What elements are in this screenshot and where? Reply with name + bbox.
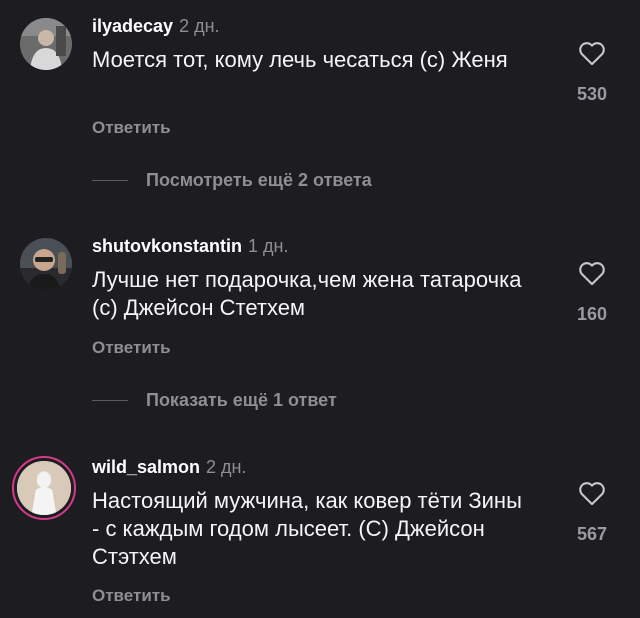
avatar[interactable]: [20, 238, 72, 290]
username[interactable]: ilyadecay: [92, 16, 173, 36]
avatar-photo-icon: [20, 238, 72, 290]
timestamp: 2 дн.: [206, 457, 247, 477]
view-replies-button[interactable]: Посмотреть ещё 2 ответа: [92, 170, 372, 191]
heart-outline-icon[interactable]: [578, 40, 606, 66]
avatar[interactable]: [20, 18, 72, 70]
timestamp: 1 дн.: [248, 236, 289, 256]
view-replies-label: Показать ещё 1 ответ: [146, 390, 337, 410]
username[interactable]: shutovkonstantin: [92, 236, 242, 256]
reply-button[interactable]: Ответить: [92, 586, 171, 606]
like-count: 567: [576, 524, 608, 544]
divider: [92, 400, 128, 401]
comment-meta: shutovkonstantin 1 дн.: [92, 236, 288, 257]
reply-button[interactable]: Ответить: [92, 118, 171, 138]
like-control: 567: [572, 480, 612, 545]
like-count: 530: [576, 84, 608, 104]
avatar-with-story-ring[interactable]: [12, 456, 76, 520]
username[interactable]: wild_salmon: [92, 457, 200, 477]
reply-button[interactable]: Ответить: [92, 338, 171, 358]
like-control: 530: [572, 40, 612, 105]
divider: [92, 180, 128, 181]
comment-text: Лучше нет подарочка,чем жена татарочка (…: [92, 267, 522, 320]
timestamp: 2 дн.: [179, 16, 220, 36]
comment-meta: ilyadecay 2 дн.: [92, 16, 220, 37]
comment-text: Настоящий мужчина, как ковер тёти Зины -…: [92, 488, 522, 569]
like-control: 160: [572, 260, 612, 325]
heart-outline-icon[interactable]: [578, 480, 606, 506]
avatar-photo-icon: [17, 461, 71, 515]
view-replies-label: Посмотреть ещё 2 ответа: [146, 170, 372, 190]
like-count: 160: [576, 304, 608, 324]
view-replies-button[interactable]: Показать ещё 1 ответ: [92, 390, 337, 411]
avatar: [17, 461, 71, 515]
heart-outline-icon[interactable]: [578, 260, 606, 286]
comment-text: Моется тот, кому лечь чесаться (с) Женя: [92, 47, 508, 72]
comment-meta: wild_salmon 2 дн.: [92, 457, 247, 478]
avatar-photo-icon: [20, 18, 72, 70]
